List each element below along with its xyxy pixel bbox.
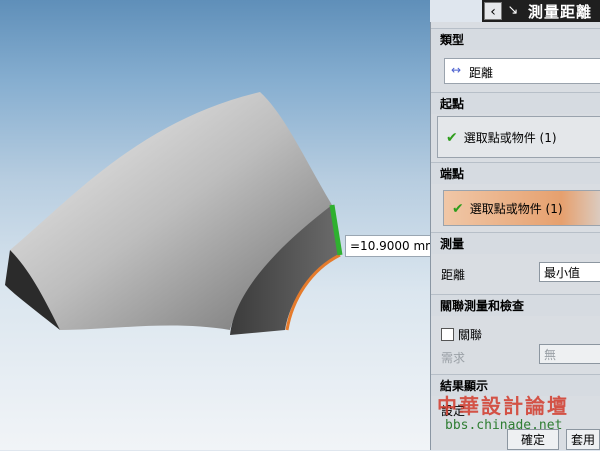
need-label: 需求	[441, 351, 466, 365]
model-canvas	[5, 92, 343, 335]
type-select[interactable]: ↔ 距離	[444, 58, 600, 84]
measurement-label: =10.9000 mm	[345, 235, 430, 257]
dialog-titlebar: ‹ ↘ 測量距離	[482, 0, 600, 22]
dialog-icon: ↘	[507, 3, 519, 18]
assoc-header: 關聯測量和檢查	[431, 294, 600, 316]
start-value: 選取點或物件 (1)	[463, 131, 557, 145]
start-header: 起點	[431, 92, 600, 114]
assoc-label: 關聯	[458, 328, 483, 342]
distance-icon: ↔	[451, 63, 462, 77]
start-selector[interactable]: ✔ 選取點或物件 (1)	[437, 116, 600, 158]
type-value: 距離	[469, 66, 494, 80]
check-icon: ✔	[452, 201, 464, 217]
check-icon: ✔	[446, 130, 458, 146]
3d-viewport[interactable]: =10.9000 mm	[0, 0, 430, 450]
back-icon[interactable]: ‹	[484, 2, 502, 20]
dialog-title: 測量距離	[528, 2, 593, 21]
apply-button[interactable]: 套用	[566, 429, 600, 450]
need-select[interactable]: 無	[539, 344, 600, 364]
distance-label: 距離	[441, 268, 466, 282]
assoc-checkbox[interactable]	[441, 328, 454, 341]
assoc-row: 關聯	[441, 326, 482, 343]
forum-watermark: 中華設計論壇	[437, 394, 569, 418]
distance-mode-select[interactable]: 最小值	[539, 262, 600, 282]
end-selector[interactable]: ✔ 選取點或物件 (1)	[443, 190, 600, 226]
ok-button[interactable]: 確定	[507, 429, 559, 450]
type-header: 類型	[431, 28, 600, 50]
end-value: 選取點或物件 (1)	[469, 202, 563, 216]
measure-header: 測量	[431, 232, 600, 254]
measure-panel: 類型 ↔ 距離 起點 ✔ 選取點或物件 (1) 端點 ✔ 選取點或物件 (1) 測量…	[430, 22, 600, 450]
end-header: 端點	[431, 162, 600, 184]
